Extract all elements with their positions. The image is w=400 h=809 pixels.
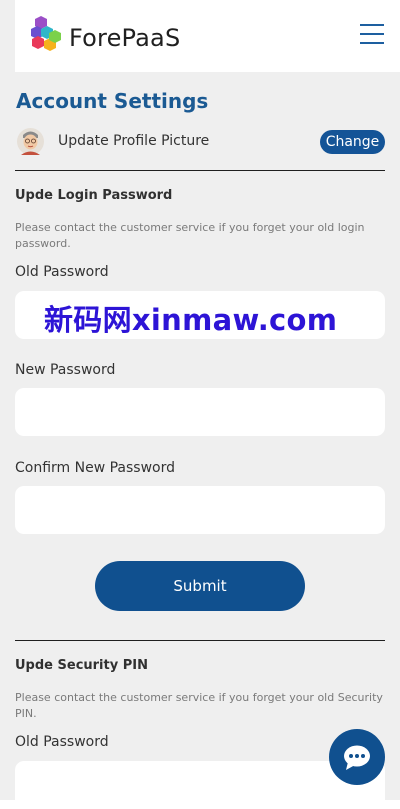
login-password-help: Please contact the customer service if y… bbox=[15, 221, 365, 250]
pin-old-password-field[interactable] bbox=[15, 761, 385, 809]
top-header: ForePaaS bbox=[15, 0, 400, 72]
submit-button[interactable]: Submit bbox=[95, 561, 305, 611]
old-password-field[interactable] bbox=[15, 291, 385, 339]
login-password-title: Upde Login Password bbox=[15, 188, 173, 203]
settings-content: Account Settings Update Profile Picture … bbox=[0, 72, 400, 809]
new-password-label: New Password bbox=[15, 362, 116, 378]
avatar[interactable] bbox=[17, 128, 44, 155]
profile-picture-label: Update Profile Picture bbox=[58, 133, 210, 149]
divider bbox=[15, 640, 385, 641]
chat-bubble-icon bbox=[344, 745, 370, 770]
menu-line bbox=[360, 33, 384, 35]
security-pin-title: Upde Security PIN bbox=[15, 658, 148, 673]
pin-old-password-label: Old Password bbox=[15, 734, 109, 750]
change-avatar-button[interactable]: Change bbox=[320, 130, 385, 154]
divider bbox=[15, 170, 385, 171]
page-title: Account Settings bbox=[16, 89, 209, 113]
new-password-field[interactable] bbox=[15, 388, 385, 436]
hamburger-menu-icon[interactable] bbox=[360, 24, 384, 46]
chat-button[interactable] bbox=[329, 729, 385, 785]
menu-line bbox=[360, 24, 384, 26]
cube-logo-icon[interactable] bbox=[31, 16, 61, 54]
menu-line bbox=[360, 42, 384, 44]
brand-name[interactable]: ForePaaS bbox=[69, 24, 180, 52]
confirm-password-field[interactable] bbox=[15, 486, 385, 534]
old-password-label: Old Password bbox=[15, 264, 109, 280]
security-pin-help: Please contact the customer service if y… bbox=[15, 691, 383, 720]
confirm-password-label: Confirm New Password bbox=[15, 460, 176, 476]
